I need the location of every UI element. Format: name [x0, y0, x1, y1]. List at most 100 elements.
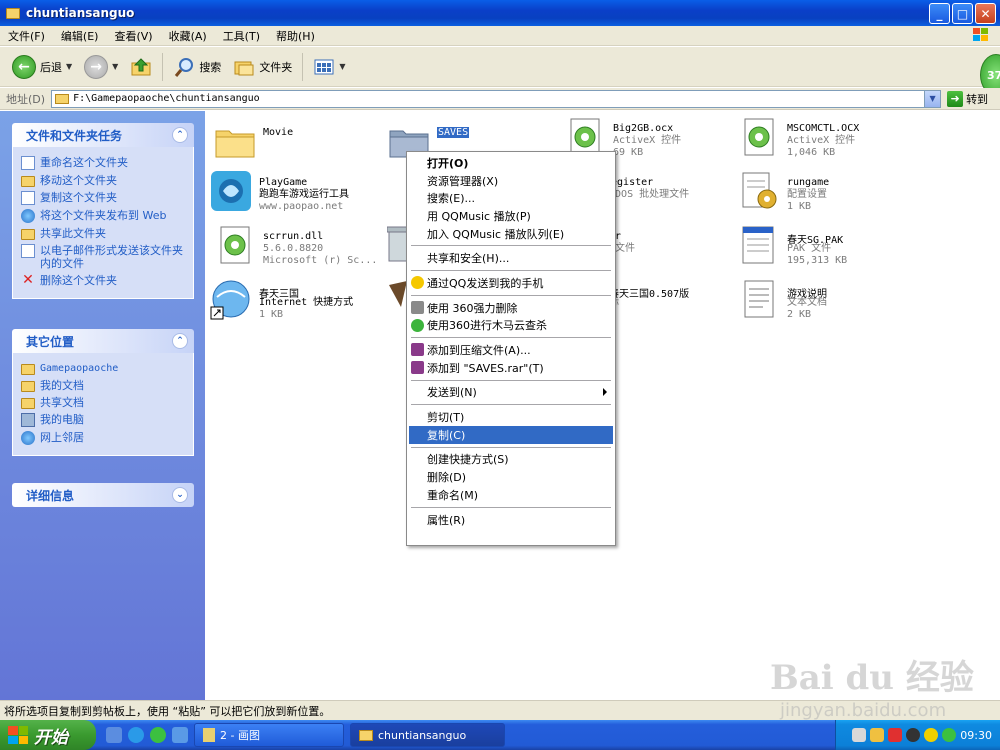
place-shared-documents[interactable]: 共享文档 — [21, 396, 187, 409]
360-tray-icon[interactable] — [942, 728, 957, 742]
menu-file[interactable]: 文件(F) — [0, 28, 53, 44]
menu-view[interactable]: 查看(V) — [106, 28, 160, 44]
file-tasks-header[interactable]: 文件和文件夹任务 ⌃ — [12, 123, 194, 147]
file-item[interactable]: 春天SG.PAK PAK 文件 195,313 KB — [737, 223, 907, 277]
context-menu-item[interactable]: 用 QQMusic 播放(P) — [407, 207, 615, 225]
app-icon[interactable] — [106, 727, 122, 743]
context-menu-item[interactable]: 添加到压缩文件(A)... — [407, 341, 615, 359]
ie-icon[interactable] — [128, 727, 144, 743]
task-delete-folder[interactable]: ✕ 删除这个文件夹 — [21, 273, 187, 288]
start-label: 开始 — [34, 727, 68, 748]
taskbar-item-explorer[interactable]: chuntiansanguo — [350, 723, 505, 747]
window-title: chuntiansanguo — [26, 6, 135, 20]
other-places-header[interactable]: 其它位置 ⌃ — [12, 329, 194, 353]
clock[interactable]: 09:30 — [960, 729, 992, 742]
context-menu-item[interactable]: 发送到(N) — [407, 384, 615, 402]
task-copy-folder[interactable]: 复制这个文件夹 — [21, 191, 187, 205]
other-places-box: 其它位置 ⌃ Gamepaopaoche 我的文档 共享文档 我的电脑 网上邻居 — [12, 329, 194, 456]
context-menu-item[interactable]: 重命名(M) — [407, 486, 615, 504]
system-tray: 09:30 — [835, 720, 1000, 750]
context-menu-item[interactable]: 使用 360强力删除 — [407, 299, 615, 317]
menu-help[interactable]: 帮助(H) — [268, 28, 323, 44]
place-my-documents[interactable]: 我的文档 — [21, 379, 187, 392]
menu-edit[interactable]: 编辑(E) — [53, 28, 107, 44]
title-bar[interactable]: chuntiansanguo _ □ ✕ — [0, 0, 1000, 26]
address-input[interactable]: F:\Gamepaopaoche\chuntiansanguo ▼ — [51, 89, 942, 108]
share-folder-icon — [21, 229, 35, 240]
menu-separator — [411, 379, 611, 381]
context-menu-item[interactable]: 搜索(E)... — [407, 189, 615, 207]
shredder-icon — [411, 300, 424, 314]
menu-tools[interactable]: 工具(T) — [215, 28, 268, 44]
keyboard-icon[interactable] — [852, 728, 867, 742]
task-share-folder[interactable]: 共享此文件夹 — [21, 227, 187, 240]
start-button[interactable]: 开始 — [0, 720, 96, 750]
context-menu-item[interactable]: 剪切(T) — [407, 408, 615, 426]
close-button[interactable]: ✕ — [975, 3, 996, 24]
details-header[interactable]: 详细信息 ⌄ — [12, 483, 194, 507]
network-icon[interactable] — [870, 728, 885, 742]
context-menu-item[interactable]: 共享和安全(H)... — [407, 249, 615, 267]
views-button[interactable]: ▼ — [307, 51, 351, 83]
context-menu-item[interactable]: 资源管理器(X) — [407, 172, 615, 190]
security-icon[interactable] — [888, 728, 903, 742]
address-path: F:\Gamepaopaoche\chuntiansanguo — [73, 93, 260, 104]
search-icon — [175, 57, 194, 77]
chevron-down-icon[interactable]: ▼ — [66, 62, 72, 71]
context-menu-item[interactable]: 添加到 "SAVES.rar"(T) — [407, 359, 615, 377]
collapse-icon[interactable]: ⌃ — [172, 333, 188, 349]
context-menu-item[interactable]: 复制(C) — [409, 425, 613, 444]
place-gamepaopaoche[interactable]: Gamepaopaoche — [21, 362, 187, 375]
pak-file-icon — [742, 226, 774, 264]
context-menu-item[interactable]: 属性(R) — [407, 511, 615, 529]
file-item[interactable]: 游戏说明 文本文档 2 KB — [737, 277, 907, 331]
context-menu-item[interactable]: 加入 QQMusic 播放队列(E) — [407, 225, 615, 243]
file-item[interactable]: MSCOMCTL.OCX ActiveX 控件 1,046 KB — [737, 115, 907, 169]
maximize-button[interactable]: □ — [952, 3, 973, 24]
task-publish-web[interactable]: 将这个文件夹发布到 Web — [21, 209, 187, 223]
search-button[interactable]: 搜索 — [167, 51, 227, 83]
context-menu-item[interactable]: 删除(D) — [407, 468, 615, 486]
toolbar-divider — [162, 52, 164, 81]
volume-icon[interactable] — [906, 728, 921, 742]
file-item[interactable]: scrrun.dll 5.6.0.8820 Microsoft (r) Sc..… — [213, 223, 383, 277]
folder-icon — [55, 93, 70, 104]
menu-separator — [411, 506, 611, 508]
go-button[interactable]: ➜ 转到 — [947, 90, 988, 107]
rename-icon — [21, 156, 35, 170]
file-tasks-box: 文件和文件夹任务 ⌃ 重命名这个文件夹 移动这个文件夹 复制这个文件夹 将这个文… — [12, 123, 194, 299]
menu-separator — [411, 446, 611, 448]
up-button[interactable] — [124, 51, 158, 83]
360-icon[interactable] — [150, 727, 166, 743]
context-menu-item[interactable]: 打开(O) — [407, 154, 615, 172]
task-email-files[interactable]: 以电子邮件形式发送该文件夹内的文件 — [21, 244, 187, 270]
place-my-computer[interactable]: 我的电脑 — [21, 413, 187, 427]
context-menu-item[interactable]: 创建快捷方式(S) — [407, 451, 615, 469]
minimize-button[interactable]: _ — [929, 3, 950, 24]
file-item[interactable]: Movie — [213, 119, 383, 173]
taskbar-item-paint[interactable]: 2 - 画图 — [194, 723, 344, 747]
file-item[interactable]: 春天三国 Internet 快捷方式 1 KB — [209, 277, 379, 331]
show-desktop-icon[interactable] — [172, 727, 188, 743]
file-item[interactable]: rungame 配置设置 1 KB — [737, 169, 907, 223]
details-box: 详细信息 ⌄ — [12, 483, 194, 507]
back-button[interactable]: ← 后退 ▼ — [6, 51, 78, 83]
file-item[interactable]: PlayGame 跑跑车游戏运行工具 www.paopao.net — [209, 169, 379, 223]
folders-label: 文件夹 — [259, 60, 293, 74]
context-menu-item[interactable]: 使用360进行木马云查杀 — [407, 317, 615, 335]
collapse-icon[interactable]: ⌃ — [172, 127, 188, 143]
qq-icon[interactable] — [924, 728, 939, 742]
config-icon — [742, 172, 777, 209]
task-move-folder[interactable]: 移动这个文件夹 — [21, 174, 187, 187]
place-network[interactable]: 网上邻居 — [21, 431, 187, 445]
expand-icon[interactable]: ⌄ — [172, 487, 188, 503]
chevron-down-icon[interactable]: ▼ — [924, 90, 941, 107]
context-menu-item[interactable]: 通过QQ发送到我的手机 — [407, 274, 615, 292]
qq-icon — [411, 276, 424, 290]
file-tasks-title: 文件和文件夹任务 — [26, 128, 123, 143]
chevron-down-icon[interactable]: ▼ — [112, 62, 118, 71]
menu-favorites[interactable]: 收藏(A) — [161, 28, 215, 44]
folders-button[interactable]: 文件夹 — [227, 51, 298, 83]
forward-button[interactable]: → ▼ — [78, 51, 124, 83]
task-rename-folder[interactable]: 重命名这个文件夹 — [21, 156, 187, 170]
